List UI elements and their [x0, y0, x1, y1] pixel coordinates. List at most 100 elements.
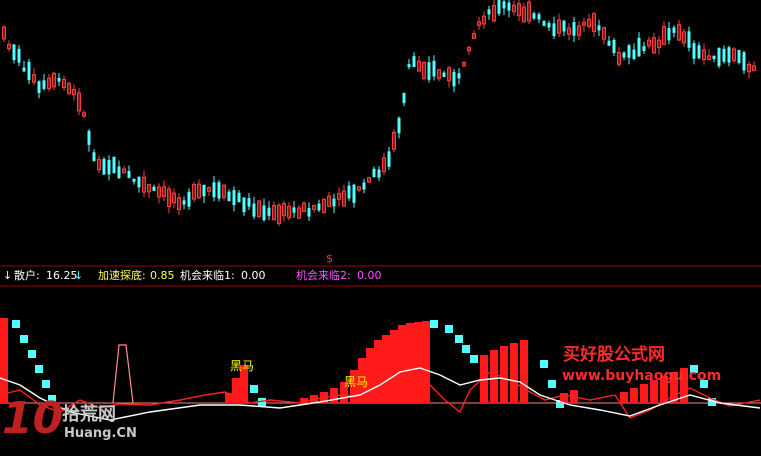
candle-body [427, 62, 431, 80]
candle-body [117, 166, 121, 179]
candle-body [597, 25, 601, 31]
candle-body [672, 27, 676, 33]
candle-body [377, 169, 381, 178]
candle [742, 50, 746, 74]
candle [392, 128, 396, 153]
candle-body [402, 92, 406, 104]
cyan-step [35, 365, 43, 373]
candle-body [22, 67, 26, 72]
candle [192, 181, 196, 203]
cyan-step [28, 350, 36, 358]
candle [367, 177, 371, 184]
candle-body [507, 2, 511, 11]
chance2-value: 0.00 [357, 269, 382, 282]
candle [102, 157, 106, 175]
candle [112, 156, 116, 174]
red-step [382, 335, 390, 403]
candle-body [107, 160, 111, 175]
sanhu-arrow-icon: ↓ [74, 269, 84, 282]
cyan-step [445, 325, 453, 333]
red-step [630, 388, 638, 403]
candle-body [87, 130, 91, 145]
cyan-step [12, 320, 20, 328]
candle [422, 60, 426, 81]
candle-body [57, 77, 61, 82]
logo-url: Huang.CN [64, 426, 137, 441]
chance1-label: 机会来临1: [180, 269, 235, 282]
chance2-label: 机会来临2: [296, 269, 351, 282]
candle-body [332, 198, 336, 207]
candle [277, 202, 281, 226]
candle-body [397, 117, 401, 134]
candle [737, 49, 741, 65]
candle-body [742, 52, 746, 71]
candle-body [432, 60, 436, 77]
candle-body [182, 200, 186, 205]
candle [302, 201, 306, 213]
red-step [232, 378, 240, 403]
heima-badge: 黑马 [344, 375, 369, 389]
candle-body [722, 48, 726, 62]
red-step [414, 322, 422, 403]
candle-body [317, 203, 321, 211]
candle-body [622, 52, 626, 58]
candle [257, 200, 261, 219]
candle-body [687, 31, 691, 48]
sanhu-value: 16.25 [46, 269, 78, 282]
candle-body [352, 184, 356, 203]
red-step [510, 343, 518, 403]
candle [732, 47, 736, 64]
candle-body [137, 176, 141, 188]
cyan-step [455, 335, 463, 343]
chart-stage[interactable] [0, 0, 761, 456]
candle-body [242, 197, 246, 213]
candle-body [442, 72, 446, 78]
red-step [0, 318, 8, 403]
candle-body [632, 49, 636, 59]
candle-body [237, 192, 241, 203]
candle-body [112, 156, 116, 174]
candle-body [187, 191, 191, 207]
candle-body [457, 73, 461, 79]
candle-body [642, 46, 646, 52]
candle-body [102, 158, 106, 175]
candle-body [502, 1, 506, 9]
candle-body [362, 182, 366, 190]
candle-body [532, 13, 536, 19]
candle-body [692, 43, 696, 59]
logo: 10 拾荒网 Huang.CN [2, 396, 137, 452]
candle [497, 0, 501, 17]
candle [217, 179, 221, 202]
candle-body [42, 80, 46, 89]
sanhu-label: 散户: [14, 269, 40, 282]
red-step [390, 330, 398, 403]
candle [527, 0, 531, 25]
candle-body [637, 37, 641, 57]
candle [52, 71, 56, 90]
candle-body [407, 64, 411, 68]
cyan-step [42, 380, 50, 388]
cyan-step [20, 335, 28, 343]
candle-body [712, 55, 716, 59]
candle-body [412, 56, 416, 68]
logo-chars: 拾荒网 [62, 404, 116, 425]
candle-body [247, 198, 251, 207]
candle-body [572, 22, 576, 36]
red-step [406, 323, 414, 403]
candle-body [542, 21, 546, 26]
candle-body [267, 207, 271, 216]
candle-body [262, 205, 266, 220]
candle-body [347, 185, 351, 199]
candle-body [202, 184, 206, 197]
candle-body [127, 171, 131, 178]
candle-body [212, 182, 216, 198]
indicator-values-bar: ↓ 散户: 16.25 ↓ 加速探底: 0.85 机会来临1: 0.00 机会来… [0, 266, 761, 286]
cyan-step [540, 360, 548, 368]
candle-body [547, 22, 551, 28]
candle [322, 198, 326, 214]
red-step [490, 350, 498, 403]
candle-body [252, 203, 256, 217]
candle-body [37, 81, 41, 94]
candle-body [217, 182, 221, 199]
watermark-site-url: www.buyhaogu.com [562, 368, 722, 384]
